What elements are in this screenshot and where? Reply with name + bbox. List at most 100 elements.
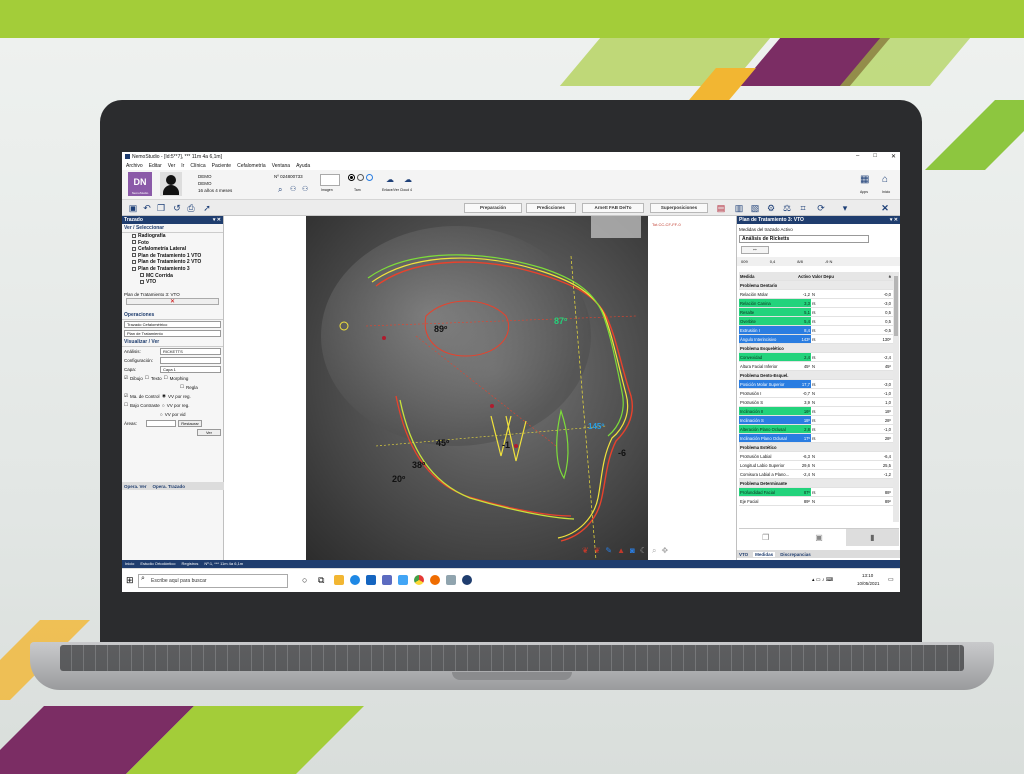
menu-editar[interactable]: Editar	[149, 163, 162, 169]
table-row[interactable]: Protrusión S 3,9 N 1,0	[739, 398, 893, 407]
table-section-row[interactable]: Problema Estético	[739, 443, 893, 452]
table-row[interactable]: Altura Facial Inferior 45º N 45º	[739, 362, 893, 371]
landmark-point[interactable]	[382, 336, 386, 340]
table-row[interactable]: Ángulo Interincisivo 143º rs 130º	[739, 335, 893, 344]
zoom-menu-icon[interactable]: ▾	[840, 203, 850, 213]
image-thumb[interactable]	[320, 174, 340, 186]
mallado-checkbox[interactable]: ☑	[124, 393, 128, 399]
tree-item-foto[interactable]: Foto	[122, 240, 223, 247]
checkbox[interactable]	[132, 260, 136, 265]
table-row[interactable]: Overbite 5,4 rs 0,5	[739, 317, 893, 326]
table-row[interactable]: Inclinación S 18º rs 28º	[739, 416, 893, 425]
folder-app-icon[interactable]	[334, 575, 344, 585]
status-estudio[interactable]: Estudio Ortodóntico	[140, 560, 175, 568]
status-registros[interactable]: Registros	[181, 560, 198, 568]
cloud-upload-icon[interactable]: ☁	[386, 175, 394, 184]
radio-light-icon[interactable]	[357, 174, 364, 181]
nemo-app-icon[interactable]	[462, 575, 472, 585]
table-section-row[interactable]: Problema Dento-Esquel.	[739, 371, 893, 380]
arnett-button[interactable]: Arnett FAB De/To	[582, 203, 644, 213]
menu-ventana[interactable]: Ventana	[272, 163, 290, 169]
table-row[interactable]: Inclinación II 16º rs 18º	[739, 407, 893, 416]
menu-cefalometria[interactable]: Cefalometría	[237, 163, 266, 169]
close-button[interactable]: ✕	[891, 153, 896, 160]
trazado-select[interactable]: Trazado Cefalométrico	[124, 320, 221, 328]
search-icon[interactable]: ⌕	[278, 185, 282, 195]
save-measures-button[interactable]: ▣	[792, 529, 845, 546]
users-icon[interactable]: ⚇	[290, 185, 296, 193]
tree-item-plan1[interactable]: Plan de Tratamiento 1 VTO	[122, 253, 223, 260]
firefox-app-icon[interactable]	[430, 575, 440, 585]
notification-icon[interactable]: ▭	[888, 576, 894, 583]
table-row[interactable]: Protrusión Labial -6,3 N -6,4	[739, 452, 893, 461]
landmark-point[interactable]	[514, 444, 518, 448]
plan-select[interactable]: Plan de Tratamiento	[124, 329, 221, 337]
preparacion-button[interactable]: Preparación	[464, 203, 522, 213]
tree-item-radiografia[interactable]: Radiografía	[122, 233, 223, 240]
plan-delete-field[interactable]: ✕	[126, 297, 219, 305]
superposiciones-button[interactable]: Superposiciones	[650, 203, 708, 213]
tree-item-cefalometria[interactable]: Cefalometría Lateral	[122, 246, 223, 253]
gear-icon[interactable]: ⚙	[766, 203, 776, 213]
checkbox[interactable]	[132, 246, 136, 251]
regla-checkbox[interactable]: ☐	[180, 384, 184, 390]
apps-grid-icon[interactable]: ▦	[860, 174, 869, 185]
zoom-icon[interactable]: ⌕	[652, 546, 656, 556]
radio-reg-1[interactable]: ◉	[162, 393, 166, 399]
checkbox[interactable]	[140, 273, 144, 278]
checkbox[interactable]	[140, 279, 144, 284]
status-patient[interactable]: Nº:1, *** 11m 4a 6,1m	[204, 560, 243, 568]
tab-opera-trazado[interactable]: Opera. Trazado	[153, 484, 186, 489]
tab-discrepancias[interactable]: Discrepancias	[780, 552, 811, 557]
menu-ayuda[interactable]: Ayuda	[296, 163, 310, 169]
tray-icons[interactable]: ▴ ▭ ♪ ⌨	[812, 577, 833, 583]
table-row[interactable]: Longitud Labio Superior 29,6 N 25,5	[739, 461, 893, 470]
table-row[interactable]: Relación Canina 3,3 rs -3,0	[739, 299, 893, 308]
restaurar-button[interactable]: Restaurar	[178, 419, 202, 427]
capa-select[interactable]: Capa 1	[160, 365, 221, 373]
arc-icon[interactable]: ☾	[640, 546, 647, 556]
taskbar-time[interactable]: 13:10	[862, 573, 873, 578]
tree-item-plan2[interactable]: Plan de Tratamiento 2 VTO	[122, 259, 223, 266]
teams-app-icon[interactable]	[382, 575, 392, 585]
radio-blue-icon[interactable]	[366, 174, 373, 181]
cephalometric-xray[interactable]: 89º 87º 45º 38º 20º 145º -1 -6	[306, 216, 648, 560]
table-row[interactable]: Relación Molar -1,2 N -0,0	[739, 290, 893, 299]
table-scrollbar[interactable]	[893, 272, 899, 522]
areas-select[interactable]	[146, 419, 176, 427]
table-row[interactable]: Extrusión I 8,4 rs -0,5	[739, 326, 893, 335]
table-section-row[interactable]: Problema Dentario	[739, 281, 893, 290]
copy-icon[interactable]: ❐	[156, 203, 166, 213]
table-row[interactable]: Posición Molar Superior 17,7 rs -3,0	[739, 380, 893, 389]
export-measures-button[interactable]: ▮	[845, 529, 899, 546]
rotate-icon[interactable]: ↺	[172, 203, 182, 213]
tree-item-plan3[interactable]: Plan de Tratamiento 3	[122, 266, 223, 273]
taskbar-date[interactable]: 10/05/2021	[857, 581, 880, 586]
table-row[interactable]: Profundidad Facial 87º rs 88º	[739, 488, 893, 497]
ver-button[interactable]: Ver	[197, 428, 221, 436]
triangle-icon[interactable]: ▲	[617, 546, 625, 556]
cloud-download-icon[interactable]: ☁	[404, 175, 412, 184]
table-section-row[interactable]: Problema Determinante	[739, 479, 893, 488]
menu-ver[interactable]: Ver	[168, 163, 176, 169]
task-view-icon[interactable]: ○	[302, 575, 307, 585]
table-row[interactable]: Eje Facial 89º N 89º	[739, 497, 893, 506]
image-viewer[interactable]: 89º 87º 45º 38º 20º 145º -1 -6 Tot.CC-CF…	[226, 216, 736, 560]
texto-checkbox[interactable]: ☐	[145, 375, 149, 381]
scale-icon[interactable]: ⚖	[782, 203, 792, 213]
users-add-icon[interactable]: ⚇	[302, 185, 308, 193]
checkbox[interactable]	[132, 240, 136, 245]
tooth-dark-icon[interactable]: ❦	[594, 546, 601, 556]
dn-logo[interactable]: DN NemoStudio	[128, 172, 152, 196]
tree-item-mc-corrida[interactable]: MC Corrida	[122, 273, 223, 280]
radio-dark-icon[interactable]	[348, 174, 355, 181]
radio-vid[interactable]: ○	[160, 412, 163, 417]
print-icon[interactable]: ⎙	[186, 203, 196, 213]
edge-app-icon[interactable]	[350, 575, 360, 585]
checkbox[interactable]	[132, 266, 136, 271]
crop-icon[interactable]: ⌗	[798, 203, 808, 213]
store-app-icon[interactable]	[398, 575, 408, 585]
pencil-icon[interactable]: ✎	[605, 546, 612, 556]
task-switch-icon[interactable]: ⧉	[318, 575, 324, 586]
menu-clinica[interactable]: Clínica	[190, 163, 205, 169]
